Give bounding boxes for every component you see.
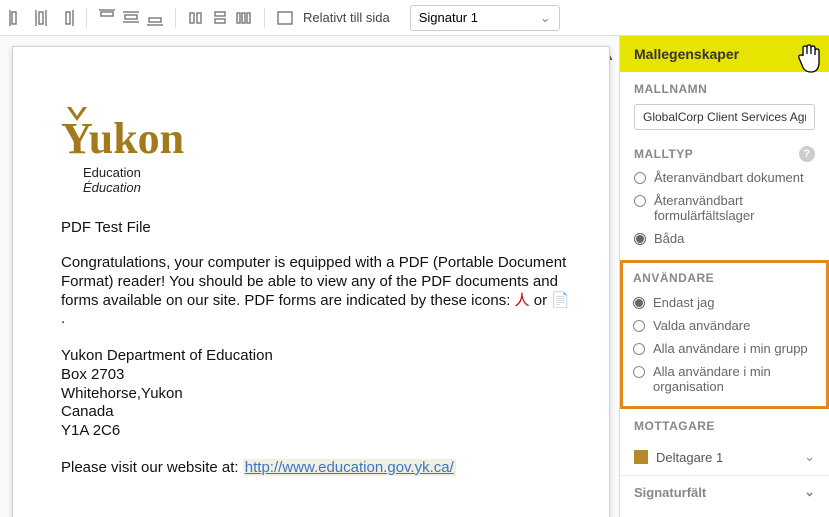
malltyp-option-label: Återanvändbart formulärfältslager <box>654 193 815 223</box>
anvandare-option-label: Alla användare i min organisation <box>653 364 816 394</box>
malltyp-title: MALLTYP <box>634 147 693 161</box>
mottagare-row[interactable]: Deltagare 1 ⌄ <box>620 445 829 475</box>
radio-icon <box>634 195 646 207</box>
radio-icon <box>633 366 645 378</box>
mottagare-title: MOTTAGARE <box>620 409 829 437</box>
pdf-icon-2: 📄 <box>551 292 570 309</box>
anvandare-option[interactable]: Endast jag <box>633 295 816 310</box>
panel-header[interactable]: Mallegenskaper <box>620 36 829 72</box>
cursor-hand-icon <box>795 42 825 76</box>
signaturfalt-row[interactable]: Signaturfält ⌄ <box>620 475 829 508</box>
radio-icon <box>634 233 646 245</box>
radio-icon <box>634 172 646 184</box>
anvandare-option[interactable]: Alla användare i min organisation <box>633 364 816 394</box>
svg-text:Yukon: Yukon <box>61 114 184 163</box>
pdf-body: Congratulations, your computer is equipp… <box>61 254 573 329</box>
logo-sub-fr: Éducation <box>83 180 573 195</box>
mallnamn-input[interactable] <box>634 104 815 130</box>
radio-icon <box>633 297 645 309</box>
align-e-icon[interactable] <box>121 8 141 28</box>
anvandare-title: ANVÄNDARE <box>633 271 816 285</box>
pdf-title: PDF Test File <box>61 219 573 236</box>
document-page: Yukon Education Éducation PDF Test File … <box>12 46 610 517</box>
anvandare-highlight-box: ANVÄNDARE Endast jag Valda användare Alla … <box>620 260 829 409</box>
align-b-icon[interactable] <box>32 8 52 28</box>
chevron-down-icon: ⌄ <box>804 484 815 500</box>
radio-icon <box>633 320 645 332</box>
align-f-icon[interactable] <box>145 8 165 28</box>
panel-header-label: Mallegenskaper <box>634 46 739 62</box>
chevron-down-icon: ⌄ <box>804 449 815 465</box>
signature-dropdown-value: Signatur 1 <box>419 10 478 25</box>
malltyp-option[interactable]: Återanvändbart formulärfältslager <box>634 193 815 223</box>
malltyp-option[interactable]: Återanvändbart dokument <box>634 170 815 185</box>
pdf-body-or: or <box>530 292 552 309</box>
relative-label: Relativt till sida <box>303 10 390 25</box>
pdf-address: Yukon Department of Education Box 2703 W… <box>61 347 573 441</box>
pdf-visit-label: Please visit our website at: <box>61 459 243 476</box>
align-a-icon[interactable] <box>8 8 28 28</box>
anvandare-option-label: Valda användare <box>653 318 750 333</box>
logo-sub-en: Education <box>83 165 573 180</box>
malltyp-option[interactable]: Båda <box>634 231 815 246</box>
anvandare-option-label: Endast jag <box>653 295 714 310</box>
signature-dropdown[interactable]: Signatur 1 ⌄ <box>410 5 560 31</box>
chevron-down-icon: ⌄ <box>540 10 551 26</box>
properties-panel: Mallegenskaper MALLNAMN MALLTYP ? Återan… <box>619 36 829 517</box>
anvandare-option[interactable]: Valda användare <box>633 318 816 333</box>
dist-a-icon[interactable] <box>186 8 206 28</box>
align-c-icon[interactable] <box>56 8 76 28</box>
dist-c-icon[interactable] <box>234 8 254 28</box>
yukon-logo: Yukon <box>61 107 201 165</box>
align-d-icon[interactable] <box>97 8 117 28</box>
signaturfalt-label: Signaturfält <box>634 485 706 500</box>
relative-rect-icon[interactable] <box>275 8 295 28</box>
pdf-icon-1: 人 <box>515 292 530 309</box>
pdf-website-link[interactable]: http://www.education.gov.yk.ca/ <box>243 459 456 476</box>
mallnamn-title: MALLNAMN <box>634 82 815 96</box>
malltyp-option-label: Båda <box>654 231 684 246</box>
malltyp-option-label: Återanvändbart dokument <box>654 170 804 185</box>
mottagare-value: Deltagare 1 <box>656 450 723 465</box>
pdf-body-1: Congratulations, your computer is equipp… <box>61 254 566 309</box>
dist-b-icon[interactable] <box>210 8 230 28</box>
help-icon[interactable]: ? <box>799 146 815 162</box>
participant-color-icon <box>634 450 648 464</box>
anvandare-option-label: Alla användare i min grupp <box>653 341 808 356</box>
anvandare-option[interactable]: Alla användare i min grupp <box>633 341 816 356</box>
radio-icon <box>633 343 645 355</box>
pdf-body-period: . <box>61 310 65 327</box>
